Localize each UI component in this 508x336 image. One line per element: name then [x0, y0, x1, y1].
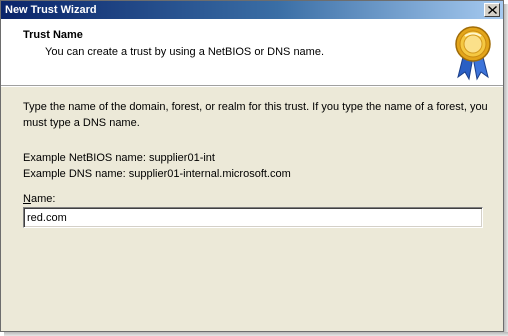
title-bar[interactable]: New Trust Wizard: [1, 1, 503, 19]
name-label: Name:: [23, 193, 55, 205]
example-dns-text: Example DNS name: supplier01-internal.mi…: [23, 168, 291, 180]
name-input[interactable]: [23, 207, 483, 228]
close-button[interactable]: [484, 3, 500, 17]
name-label-rest: ame:: [30, 193, 56, 205]
window-title: New Trust Wizard: [5, 4, 97, 16]
wizard-content: Type the name of the domain, forest, or …: [1, 87, 503, 331]
wizard-window: New Trust Wizard Trust Name You can crea…: [0, 0, 504, 332]
window-shadow-bottom: [4, 332, 508, 336]
page-subtitle: You can create a trust by using a NetBIO…: [45, 46, 325, 58]
wizard-header: Trust Name You can create a trust by usi…: [1, 19, 503, 86]
instructions-text: Type the name of the domain, forest, or …: [23, 101, 488, 129]
example-netbios-text: Example NetBIOS name: supplier01-int: [23, 152, 215, 164]
window-shadow-right: [504, 4, 508, 336]
page-title: Trust Name: [23, 29, 83, 41]
award-ribbon-icon: [453, 25, 493, 81]
name-label-accelerator: N: [23, 193, 31, 205]
